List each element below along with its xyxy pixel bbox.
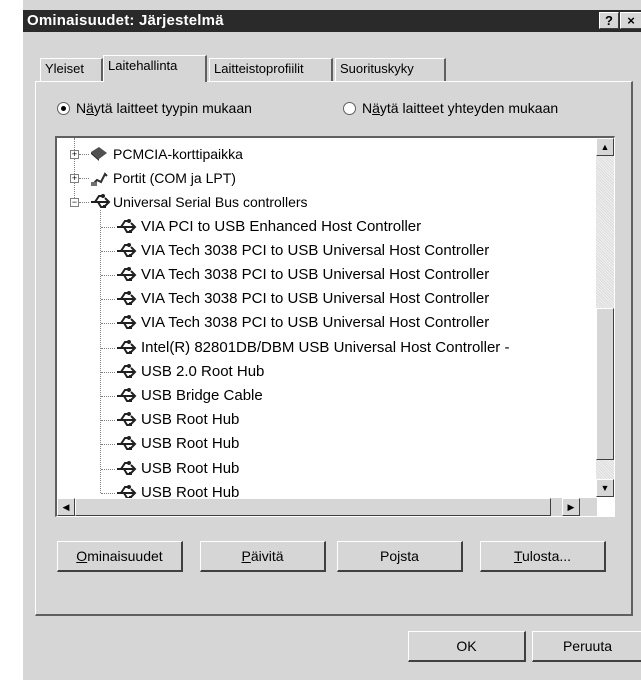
tree-connector: [101, 396, 115, 397]
usb-icon: [115, 410, 137, 430]
usb-device-label: USB Root Hub: [141, 459, 240, 477]
tree-connector: [101, 275, 115, 276]
usb-device-label: USB Root Hub: [141, 411, 240, 429]
usb-icon: [115, 313, 137, 333]
tree-connector: [101, 492, 115, 494]
horizontal-scroll-thumb[interactable]: [75, 498, 551, 516]
accel-key: ä: [86, 100, 94, 116]
button-label: Po: [380, 548, 398, 564]
system-properties-window: Ominaisuudet: Järjestelmä ? × Yleiset La…: [22, 0, 641, 680]
accel-key: O: [76, 548, 88, 564]
tree-category-label: Universal Serial Bus controllers: [113, 194, 308, 211]
usb-device-label: USB Bridge Cable: [141, 387, 263, 404]
tree-category-label: PCMCIA-korttipaikka: [113, 146, 243, 162]
usb-icon: [115, 362, 137, 382]
radio-by-type[interactable]: [57, 102, 70, 115]
pcmcia-icon: [89, 144, 109, 164]
usb-icon: [115, 338, 137, 358]
collapse-icon[interactable]: −: [70, 198, 79, 208]
usb-device-label: VIA Tech 3038 PCI to USB Universal Host …: [141, 241, 490, 259]
radio-by-connection[interactable]: [343, 102, 356, 115]
port-icon: [89, 168, 109, 188]
tree-connector: [74, 138, 75, 203]
tree-connector: [101, 299, 115, 301]
expand-icon[interactable]: +: [70, 174, 79, 184]
option-label: N: [76, 100, 87, 116]
tree-connector: [101, 468, 115, 470]
view-by-type-option[interactable]: Näytä laitteet tyypin mukaan: [57, 100, 252, 116]
accel-key: T: [513, 548, 522, 564]
tab-performance[interactable]: Suorituskyky: [335, 58, 446, 81]
button-label: äivitä: [250, 548, 284, 564]
button-label: minaisuudet: [87, 548, 163, 564]
accel-key: ä: [372, 100, 380, 116]
tree-connector: [101, 323, 115, 325]
tree-connector: [101, 420, 115, 422]
option-label: ytä laitteet yhteyden mukaan: [379, 100, 559, 116]
usb-device-label: USB Root Hub: [141, 435, 240, 453]
tree-connector: [79, 202, 89, 204]
scroll-right-button[interactable]: ▶: [562, 498, 580, 516]
tab-general[interactable]: Yleiset: [40, 58, 103, 81]
tree-connector: [101, 444, 115, 446]
tree-category-label: Portit (COM ja LPT): [113, 170, 236, 187]
tree-connector: [101, 371, 115, 373]
close-button[interactable]: ×: [620, 12, 641, 29]
tree-connector: [101, 226, 115, 228]
refresh-button[interactable]: Päivitä: [200, 541, 326, 572]
properties-button[interactable]: Ominaisuudet: [57, 541, 183, 572]
tab-device-manager[interactable]: Laitehallinta: [103, 55, 207, 82]
scroll-left-button[interactable]: ◀: [57, 498, 75, 516]
button-label: sta: [400, 548, 419, 564]
scroll-thumb[interactable]: [596, 308, 614, 460]
usb-icon: [115, 265, 137, 285]
usb-device-label: USB 2.0 Root Hub: [141, 362, 265, 380]
option-label: N: [362, 100, 373, 116]
usb-device-label: VIA Tech 3038 PCI to USB Universal Host …: [141, 290, 490, 308]
tree-connector: [101, 347, 115, 349]
ok-button[interactable]: OK: [408, 631, 526, 662]
window-title: Ominaisuudet: Järjestelmä: [27, 12, 224, 29]
tree-connector: [79, 178, 89, 180]
remove-button[interactable]: Pojsta: [337, 541, 463, 572]
usb-icon: [115, 459, 137, 479]
tree-connector: [100, 210, 101, 493]
tree-connector: [79, 154, 89, 155]
expand-icon[interactable]: +: [70, 150, 79, 159]
accel-key: P: [241, 548, 251, 564]
usb-device-label: VIA Tech 3038 PCI to USB Universal Host …: [141, 314, 490, 332]
scroll-down-button[interactable]: ▼: [596, 479, 614, 497]
usb-icon: [115, 289, 137, 309]
usb-device-label: Intel(R) 82801DB/DBM USB Universal Host …: [141, 338, 510, 356]
cancel-button[interactable]: Peruuta: [532, 631, 641, 662]
usb-icon: [115, 386, 137, 406]
button-label: ulosta...: [522, 548, 572, 564]
view-by-connection-option[interactable]: Näytä laitteet yhteyden mukaan: [343, 100, 558, 116]
device-tree[interactable]: USB Root Hub USB Root Hub USB Root Hub USB …: [55, 136, 615, 517]
horizontal-scrollbar[interactable]: ◀ ▶: [57, 498, 597, 516]
scroll-up-button[interactable]: ▲: [596, 138, 614, 156]
usb-device-label: VIA PCI to USB Enhanced Host Controller: [141, 217, 422, 235]
option-label: ytä laitteet tyypin mukaan: [93, 100, 252, 116]
usb-icon: [115, 241, 137, 261]
tree-connector: [101, 250, 115, 252]
help-button[interactable]: ?: [599, 12, 619, 29]
usb-icon: [89, 192, 111, 212]
print-button[interactable]: Tulosta...: [480, 541, 606, 572]
tab-hardware-profiles[interactable]: Laitteistoprofiilit: [209, 58, 333, 81]
usb-device-label: VIA Tech 3038 PCI to USB Universal Host …: [141, 266, 490, 283]
usb-icon: [115, 434, 137, 454]
usb-icon: [115, 217, 137, 237]
title-bar[interactable]: Ominaisuudet: Järjestelmä ? ×: [23, 10, 641, 32]
vertical-scrollbar[interactable]: ▲ ▼: [596, 138, 614, 497]
